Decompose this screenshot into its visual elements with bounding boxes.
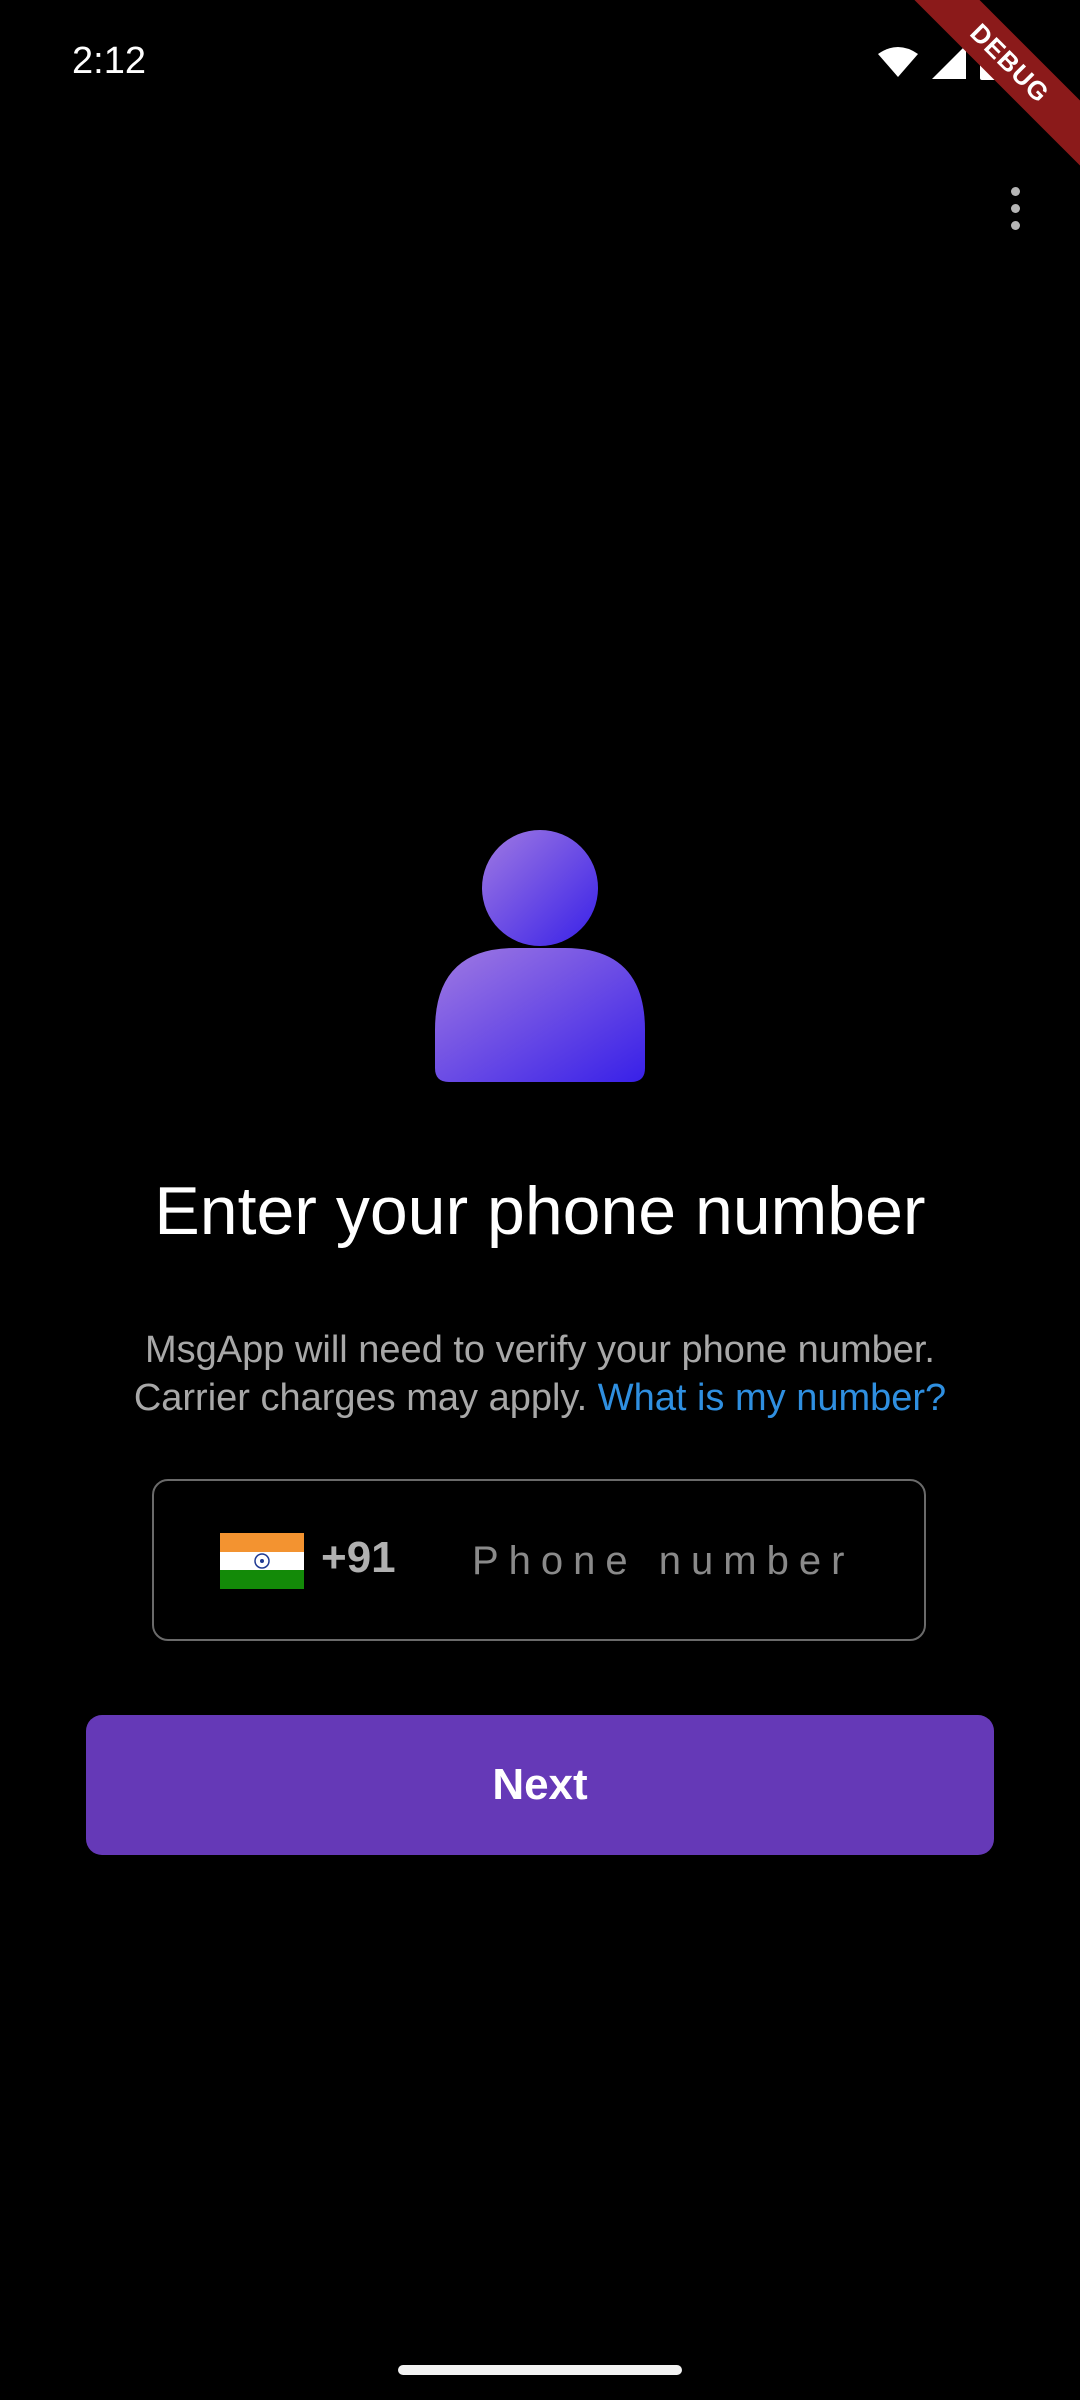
page-title: Enter your phone number	[154, 1173, 926, 1249]
description-line-2: Carrier charges may apply. What is my nu…	[60, 1374, 1020, 1422]
what-is-my-number-link[interactable]: What is my number?	[598, 1377, 946, 1419]
phone-number-input[interactable]	[472, 1531, 892, 1591]
india-flag-icon[interactable]	[220, 1533, 304, 1589]
home-indicator[interactable]	[398, 2365, 682, 2375]
status-time: 2:12	[72, 40, 146, 82]
more-vert-icon[interactable]	[990, 178, 1040, 238]
person-icon	[435, 830, 645, 1082]
phone-number-field[interactable]: +91	[152, 1479, 926, 1641]
description-line-1: MsgApp will need to verify your phone nu…	[145, 1329, 935, 1371]
verification-description: MsgApp will need to verify your phone nu…	[60, 1326, 1020, 1422]
country-dial-code[interactable]: +91	[321, 1533, 396, 1583]
debug-banner: DEBUG	[880, 0, 1080, 200]
next-button[interactable]: Next	[86, 1715, 994, 1855]
debug-banner-label: DEBUG	[894, 0, 1080, 179]
carrier-charges-text: Carrier charges may apply.	[133, 1377, 588, 1419]
